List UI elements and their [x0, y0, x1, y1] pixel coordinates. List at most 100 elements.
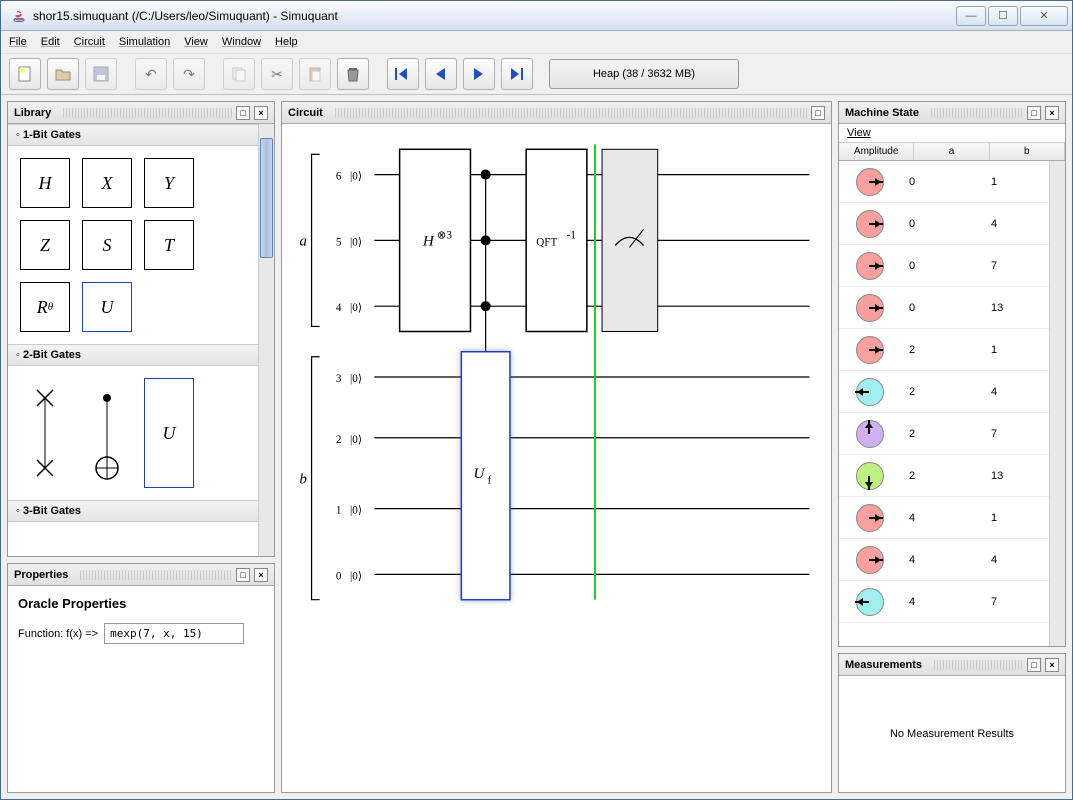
section-3bit[interactable]: ◦ 3-Bit Gates [8, 500, 258, 522]
svg-text:|0⟩: |0⟩ [350, 570, 362, 582]
svg-text:U: U [474, 465, 486, 482]
library-panel: Library □ × ◦ 1-Bit Gates H X Y Z S [7, 101, 275, 557]
machine-scrollbar[interactable] [1049, 161, 1065, 646]
gate-swap[interactable] [20, 378, 70, 488]
new-button[interactable] [9, 58, 41, 90]
svg-text:|0⟩: |0⟩ [350, 434, 362, 446]
state-row[interactable]: 44 [839, 539, 1065, 581]
close-button[interactable]: ✕ [1020, 6, 1068, 26]
gate-y[interactable]: Y [144, 158, 194, 208]
state-row[interactable]: 01 [839, 161, 1065, 203]
state-row[interactable]: 41 [839, 497, 1065, 539]
library-scrollbar[interactable] [258, 124, 274, 556]
machine-close-icon[interactable]: × [1045, 106, 1059, 120]
cut-button[interactable]: ✂ [261, 58, 293, 90]
svg-text:|0⟩: |0⟩ [350, 373, 362, 385]
machine-max-icon[interactable]: □ [1027, 106, 1041, 120]
svg-text:2: 2 [336, 434, 342, 446]
menubar: File Edit Circuit Simulation View Window… [1, 31, 1072, 53]
last-button[interactable] [501, 58, 533, 90]
next-button[interactable] [463, 58, 495, 90]
svg-text:a: a [299, 232, 307, 249]
heap-indicator[interactable]: Heap (38 / 3632 MB) [549, 59, 739, 89]
save-button[interactable] [85, 58, 117, 90]
svg-text:0: 0 [336, 570, 342, 582]
gate-s[interactable]: S [82, 220, 132, 270]
svg-text:H: H [422, 232, 435, 249]
meas-close-icon[interactable]: × [1045, 658, 1059, 672]
gate-t[interactable]: T [144, 220, 194, 270]
delete-button[interactable] [337, 58, 369, 90]
first-button[interactable] [387, 58, 419, 90]
undo-button[interactable]: ↶ [135, 58, 167, 90]
state-row[interactable]: 04 [839, 203, 1065, 245]
toolbar: ↶ ↷ ✂ Heap (38 / 3632 MB) [1, 53, 1072, 95]
svg-text:3: 3 [336, 373, 342, 385]
circuit-max-icon[interactable]: □ [811, 106, 825, 120]
svg-text:6: 6 [336, 171, 342, 183]
circuit-title: Circuit [288, 107, 323, 119]
state-row[interactable]: 07 [839, 245, 1065, 287]
gate-z[interactable]: Z [20, 220, 70, 270]
props-max-icon[interactable]: □ [236, 568, 250, 582]
svg-text:5: 5 [336, 236, 342, 248]
gate-u[interactable]: U [82, 282, 132, 332]
gate-cnot[interactable] [82, 378, 132, 488]
measurements-panel: Measurements □ × No Measurement Results [838, 653, 1066, 793]
machine-state-rows[interactable]: 010407013212427213414447 [839, 161, 1065, 646]
properties-panel: Properties □ × Oracle Properties Functio… [7, 563, 275, 793]
machine-title: Machine State [845, 107, 919, 119]
svg-text:b: b [299, 470, 307, 487]
machine-state-panel: Machine State □ × View Amplitude a b 010… [838, 101, 1066, 647]
open-button[interactable] [47, 58, 79, 90]
svg-text:|0⟩: |0⟩ [350, 171, 362, 183]
state-row[interactable]: 21 [839, 329, 1065, 371]
gate-r[interactable]: Rθ [20, 282, 70, 332]
menu-simulation[interactable]: Simulation [119, 36, 170, 48]
state-row[interactable]: 27 [839, 413, 1065, 455]
props-close-icon[interactable]: × [254, 568, 268, 582]
library-close-icon[interactable]: × [254, 106, 268, 120]
state-row[interactable]: 213 [839, 455, 1065, 497]
function-label: Function: f(x) => [18, 628, 98, 640]
redo-button[interactable]: ↷ [173, 58, 205, 90]
svg-text:-1: -1 [567, 229, 576, 241]
function-input[interactable] [104, 623, 244, 644]
section-1bit[interactable]: ◦ 1-Bit Gates [8, 124, 258, 146]
gate-x[interactable]: X [82, 158, 132, 208]
machine-view-menu[interactable]: View [839, 124, 1065, 143]
col-a[interactable]: a [914, 143, 989, 160]
svg-text:⊗3: ⊗3 [437, 229, 452, 241]
svg-text:|0⟩: |0⟩ [350, 302, 362, 314]
col-b[interactable]: b [990, 143, 1065, 160]
menu-edit[interactable]: Edit [41, 36, 60, 48]
menu-view[interactable]: View [184, 36, 208, 48]
gate-h[interactable]: H [20, 158, 70, 208]
section-2bit[interactable]: ◦ 2-Bit Gates [8, 344, 258, 366]
state-row[interactable]: 47 [839, 581, 1065, 623]
window-title: shor15.simuquant (/C:/Users/leo/Simuquan… [33, 9, 956, 23]
state-row[interactable]: 013 [839, 287, 1065, 329]
meas-max-icon[interactable]: □ [1027, 658, 1041, 672]
library-max-icon[interactable]: □ [236, 106, 250, 120]
menu-window[interactable]: Window [222, 36, 261, 48]
library-title: Library [14, 107, 51, 119]
gate-cu[interactable]: U [144, 378, 194, 488]
copy-button[interactable] [223, 58, 255, 90]
prev-button[interactable] [425, 58, 457, 90]
col-amplitude[interactable]: Amplitude [839, 143, 914, 160]
paste-button[interactable] [299, 58, 331, 90]
svg-text:|0⟩: |0⟩ [350, 505, 362, 517]
minimize-button[interactable]: — [956, 6, 986, 26]
measurements-empty: No Measurement Results [839, 676, 1065, 792]
properties-title: Properties [14, 569, 68, 581]
maximize-button[interactable]: ☐ [988, 6, 1018, 26]
menu-help[interactable]: Help [275, 36, 298, 48]
circuit-canvas[interactable]: a b 6|0⟩ 5|0⟩ 4|0⟩ 3|0⟩ 2|0⟩ 1|0⟩ 0|0⟩ H… [282, 124, 831, 792]
measurements-title: Measurements [845, 659, 922, 671]
menu-file[interactable]: File [9, 36, 27, 48]
menu-circuit[interactable]: Circuit [74, 36, 105, 48]
svg-text:|0⟩: |0⟩ [350, 236, 362, 248]
state-row[interactable]: 24 [839, 371, 1065, 413]
java-icon [11, 8, 27, 24]
